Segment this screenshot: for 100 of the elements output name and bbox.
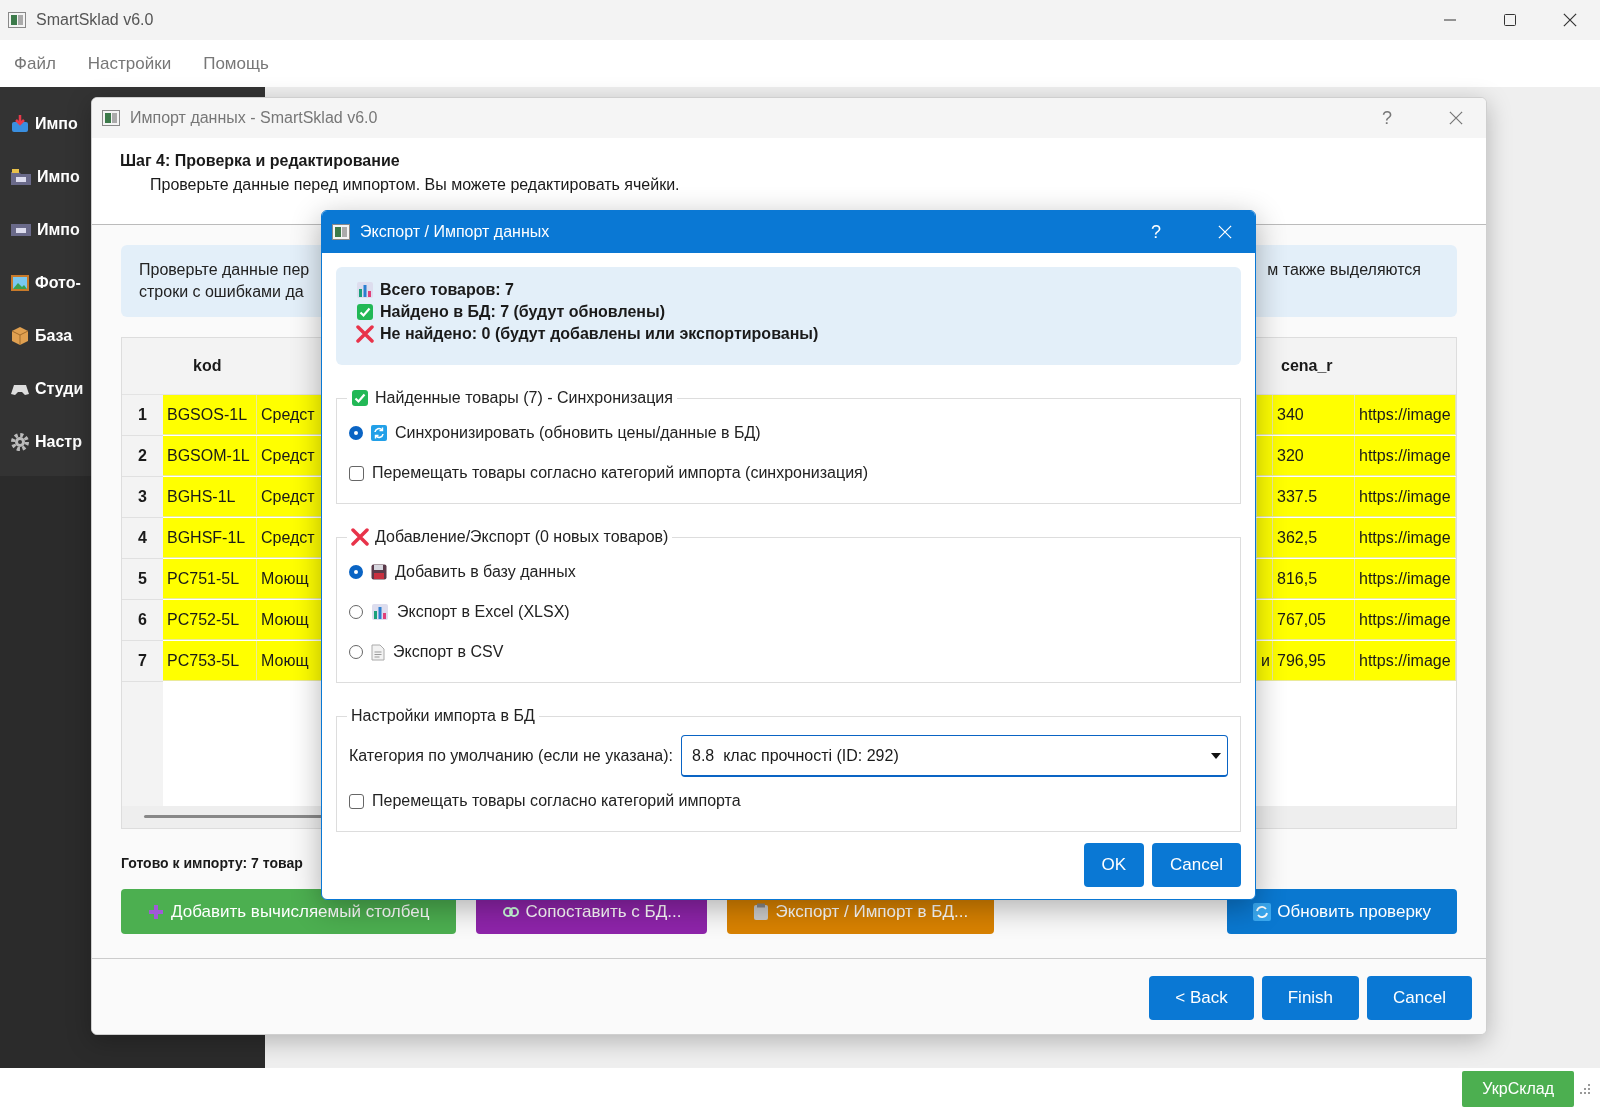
sidebar-item[interactable]: Импо (37, 167, 80, 186)
help-button[interactable]: ? (1358, 107, 1416, 129)
cross-icon (351, 528, 369, 546)
window-title: Импорт данных - SmartSklad v6.0 (130, 109, 379, 127)
inbox-icon (10, 113, 30, 134)
app-icon (102, 110, 120, 126)
window-title: SmartSklad v6.0 (36, 11, 155, 29)
info-text: м также выделяются (1267, 261, 1421, 279)
app-icon (8, 12, 26, 28)
row-number[interactable]: 5 (122, 559, 163, 600)
dialog-button[interactable]: Cancel (1152, 843, 1241, 887)
bar-chart-icon (371, 603, 389, 621)
table-cell: Моющ (257, 600, 322, 640)
row-number[interactable]: 4 (122, 518, 163, 559)
plus-icon (147, 902, 165, 921)
table-cell: 337.5 (1273, 477, 1355, 517)
row-number[interactable]: 6 (122, 600, 163, 641)
row-number[interactable]: 2 (122, 436, 163, 477)
checkbox-label[interactable]: Перемещать товары согласно категорий импорта (372, 792, 741, 810)
radio-label[interactable]: Добавить в базу данных (395, 563, 576, 581)
card-icon (10, 222, 32, 237)
row-number[interactable]: 1 (122, 395, 163, 436)
menu-item[interactable]: Настройки (87, 53, 172, 74)
table-cell: и (1257, 641, 1273, 681)
caret-icon (1211, 752, 1221, 759)
app-icon (332, 224, 350, 240)
check-icon (351, 389, 369, 407)
table-cell: PC753-5L (163, 641, 257, 681)
table-cell: 320 (1273, 436, 1355, 476)
radio-label[interactable]: Синхронизировать (обновить цены/данные в БД) (395, 424, 761, 442)
cross-icon (356, 325, 374, 343)
table-cell: BGSOM-1L (163, 436, 257, 476)
sidebar-item[interactable]: База (35, 326, 73, 345)
box-icon (10, 325, 30, 346)
info-text: Проверьте данные пер (139, 261, 310, 279)
table-cell: 796,95 (1273, 641, 1355, 681)
table-cell: PC751-5L (163, 559, 257, 599)
group-title: Добавление/Экспорт (0 новых товаров) (375, 528, 669, 546)
radio-label[interactable]: Экспорт в CSV (393, 643, 504, 661)
table-cell: 816,5 (1273, 559, 1355, 599)
folder-card-icon (10, 167, 32, 186)
summary-text: Найдено в БД: 7 (будут обновлены) (380, 303, 665, 321)
radio-button[interactable] (349, 645, 363, 659)
help-button[interactable]: ? (1127, 221, 1185, 243)
info-text: строки с ошибками да (139, 283, 305, 301)
sidebar-item[interactable]: Настр (35, 432, 82, 451)
table-cell: Средст (257, 395, 322, 435)
table-cell: https://image (1355, 518, 1456, 558)
table-cell: Средст (257, 436, 322, 476)
scrollbar-thumb[interactable] (144, 815, 324, 818)
menu-item[interactable]: Файл (14, 53, 56, 74)
table-cell: https://image (1355, 436, 1456, 476)
group-title: Настройки импорта в БД (351, 707, 535, 725)
footer-button[interactable]: Finish (1261, 975, 1360, 1020)
close-icon[interactable] (1563, 13, 1577, 27)
radio-label[interactable]: Экспорт в Excel (XLSX) (397, 603, 570, 621)
menu-item[interactable]: Помощь (203, 53, 269, 74)
category-dropdown[interactable]: 8.8 клас прочності (ID: 292) (681, 735, 1228, 777)
table-cell: https://image (1355, 600, 1456, 640)
footer-button[interactable]: < Back (1149, 975, 1254, 1020)
gear-icon (10, 431, 30, 452)
table-cell: Моющ (257, 559, 322, 599)
row-number[interactable]: 3 (122, 477, 163, 518)
row-number[interactable]: 7 (122, 641, 163, 682)
table-cell: 767,05 (1273, 600, 1355, 640)
image-icon (10, 272, 30, 293)
sidebar-item[interactable]: Импо (35, 114, 78, 133)
column-header[interactable]: kod (163, 338, 257, 395)
table-cell: https://image (1355, 559, 1456, 599)
refresh-icon (1253, 902, 1272, 921)
radio-button[interactable] (349, 426, 363, 440)
step-description: Проверьте данные перед импортом. Вы можете редактировать ячейки. (150, 176, 681, 194)
checkbox-label[interactable]: Перемещать товары согласно категорий импорта (синхронизация) (372, 464, 869, 482)
summary-text: Не найдено: 0 (будут добавлены или экспортированы) (380, 325, 819, 343)
table-cell: Средст (257, 477, 322, 517)
sidebar-item[interactable]: Студи (35, 379, 84, 398)
table-cell: BGHSF-1L (163, 518, 257, 558)
radio-button[interactable] (349, 565, 363, 579)
sidebar-item[interactable]: Фото- (35, 273, 81, 292)
bar-chart-icon (356, 281, 374, 299)
field-label: Категория по умолчанию (если не указана): (349, 747, 673, 765)
summary-text: Всего товаров: 7 (380, 281, 514, 299)
sidebar-item[interactable]: Импо (37, 220, 80, 239)
table-cell: PC752-5L (163, 600, 257, 640)
clipboard-icon (753, 902, 770, 921)
check-icon (356, 303, 374, 321)
radio-button[interactable] (349, 605, 363, 619)
maximize-icon[interactable] (1504, 14, 1516, 26)
checkbox[interactable] (349, 793, 364, 809)
table-cell: BGHS-1L (163, 477, 257, 517)
dialog-button[interactable]: OK (1083, 843, 1145, 887)
resize-grip-icon (1580, 1084, 1590, 1094)
dialog-title: Экспорт / Импорт данных (360, 223, 551, 241)
footer-button[interactable]: Cancel (1367, 975, 1472, 1020)
action-button[interactable]: Обновить проверку (1227, 889, 1457, 934)
table-cell: https://image (1355, 641, 1456, 681)
table-cell: Моющ (257, 641, 322, 681)
table-cell: https://image (1355, 477, 1456, 517)
column-header[interactable]: cena_r (1273, 338, 1355, 395)
checkbox[interactable] (349, 465, 364, 481)
